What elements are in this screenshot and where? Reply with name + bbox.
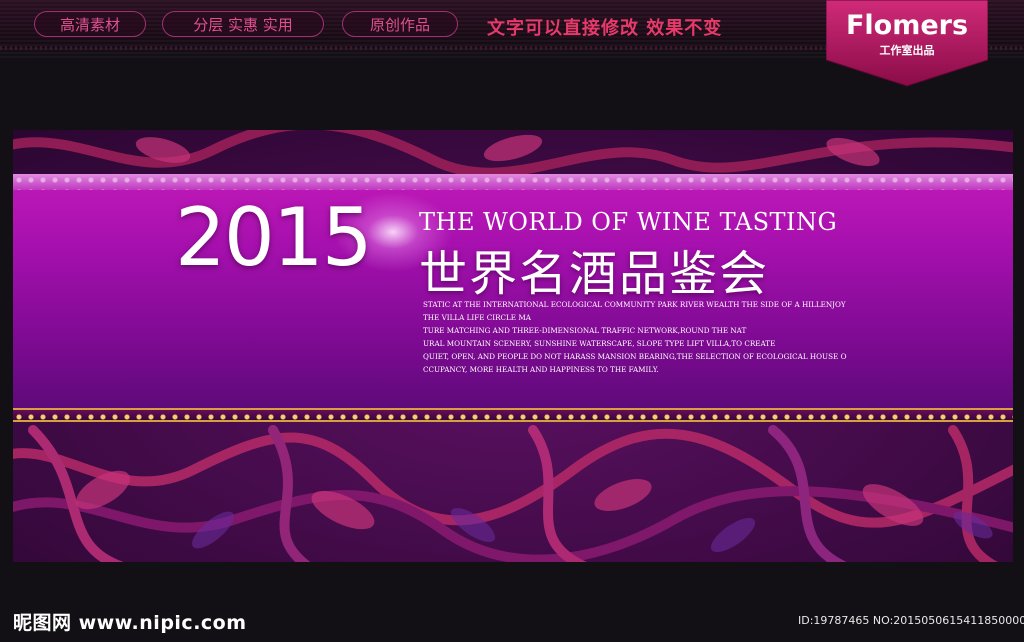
title-chinese: 世界名酒品鉴会 xyxy=(419,246,770,302)
wine-tasting-banner: 2015 THE WORLD OF WINE TASTING 世界名酒品鉴会 S… xyxy=(13,130,1013,562)
paragraph-line: TURE MATCHING AND THREE-DIMENSIONAL TRAF… xyxy=(423,326,747,335)
image-id-label: ID:19787465 NO:20150506154118500000 xyxy=(798,614,1024,627)
studio-logo: Flomers 工作室出品 xyxy=(826,0,988,88)
description-paragraph: STATIC AT THE INTERNATIONAL ECOLOGICAL C… xyxy=(423,298,923,376)
logo-subtitle: 工作室出品 xyxy=(879,44,935,57)
paragraph-line: STATIC AT THE INTERNATIONAL ECOLOGICAL C… xyxy=(423,300,846,309)
gold-border-bottom xyxy=(13,408,1013,422)
tag-hd-material: 高清素材 xyxy=(34,11,146,37)
title-english: THE WORLD OF WINE TASTING xyxy=(419,208,838,236)
slogan-text: 文字可以直接修改 效果不变 xyxy=(487,18,723,39)
lace-border-top xyxy=(13,174,1013,190)
tag-original-work: 原创作品 xyxy=(342,11,458,37)
paragraph-line: CCUPANCY, MORE HEALTH AND HAPPINESS TO T… xyxy=(423,365,659,374)
paragraph-line: URAL MOUNTAIN SCENERY, SUNSHINE WATERSCA… xyxy=(423,339,776,348)
logo-name: Flomers xyxy=(845,10,969,41)
event-year: 2015 xyxy=(175,191,373,284)
paragraph-line: QUIET, OPEN, AND PEOPLE DO NOT HARASS MA… xyxy=(423,352,847,361)
tag-layered-practical: 分层 实惠 实用 xyxy=(162,11,324,37)
nipic-watermark: 昵图网 www.nipic.com xyxy=(13,612,247,634)
paragraph-line: THE VILLA LIFE CIRCLE MA xyxy=(423,313,531,322)
